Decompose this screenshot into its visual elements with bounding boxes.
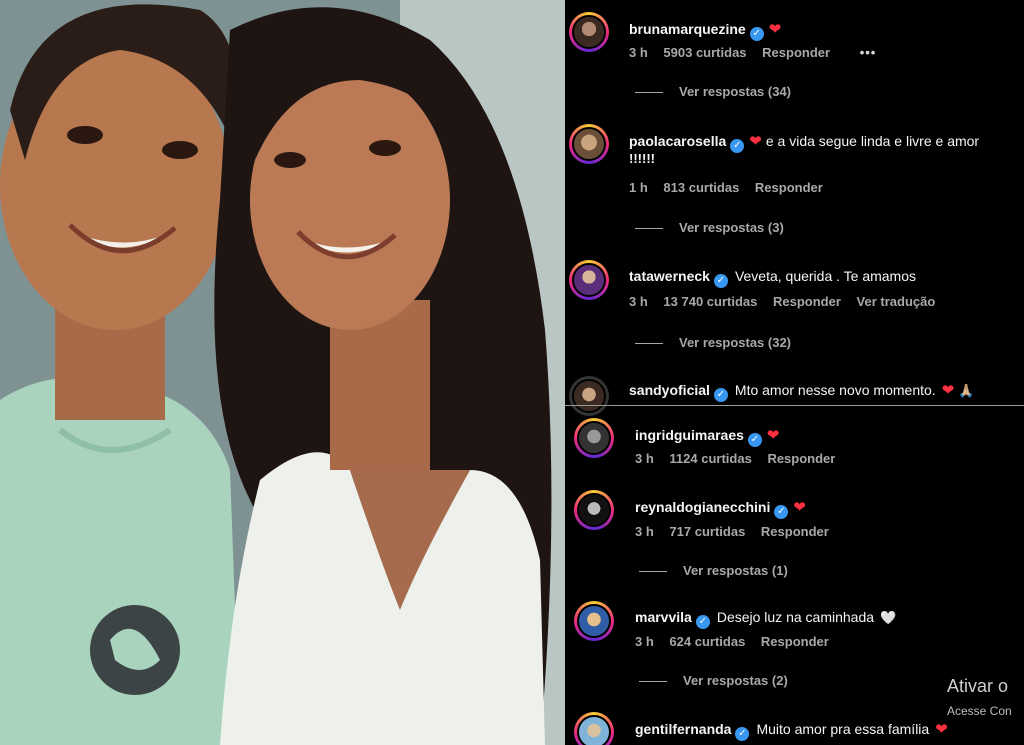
comment-text-continued: !!!!!! xyxy=(629,151,655,166)
reply-button[interactable]: Responder xyxy=(767,451,835,466)
photo-illustration xyxy=(0,0,565,745)
verified-icon: ✓ xyxy=(730,139,745,153)
reply-line xyxy=(635,228,663,230)
couple-photo xyxy=(0,0,565,745)
reply-line xyxy=(639,571,667,573)
like-count[interactable]: 813 curtidas xyxy=(663,180,739,195)
heart-emoji: ❤ xyxy=(935,721,948,738)
more-options-icon[interactable]: ••• xyxy=(860,45,877,60)
comment-time: 3 h xyxy=(629,294,648,309)
like-count[interactable]: 717 curtidas xyxy=(669,524,745,539)
activation-watermark: Ativar o xyxy=(947,676,1009,696)
heart-emoji: ❤ xyxy=(768,21,782,38)
username[interactable]: gentilfernanda xyxy=(635,721,731,737)
avatar[interactable] xyxy=(569,12,609,52)
verified-icon: ✓ xyxy=(747,433,762,447)
username[interactable]: ingridguimaraes xyxy=(635,427,744,443)
view-replies-label: Ver respostas (32) xyxy=(679,335,792,350)
avatar[interactable] xyxy=(574,490,614,530)
comment-text: Muito amor pra essa família xyxy=(756,721,930,737)
username[interactable]: sandyoficial xyxy=(629,382,710,398)
comment-item: ingridguimaraes ✓ ❤ 3 h 1124 curtidas Resp… xyxy=(565,418,1024,478)
heart-emoji: ❤ xyxy=(766,427,780,444)
reply-button[interactable]: Responder xyxy=(761,524,829,539)
white-heart-emoji: 🤍 xyxy=(880,610,897,625)
verified-icon: ✓ xyxy=(774,505,789,519)
view-replies-button[interactable]: Ver respostas (32) xyxy=(635,335,791,350)
like-count[interactable]: 1124 curtidas xyxy=(669,451,751,466)
comment-time: 3 h xyxy=(629,45,648,60)
heart-emoji: ❤ xyxy=(793,499,806,516)
avatar[interactable] xyxy=(574,601,614,641)
like-count[interactable]: 13 740 curtidas xyxy=(663,294,757,309)
avatar[interactable] xyxy=(574,418,614,458)
comment-item: tatawerneck ✓ Veveta, querida . Te amamos … xyxy=(565,260,1024,320)
praying-hands-emoji: 🙏🏼 xyxy=(958,383,975,398)
heart-emoji: ❤ xyxy=(941,382,955,399)
comment-item: reynaldogianecchini ✓ ❤ 3 h 717 curtidas R… xyxy=(565,490,1024,550)
avatar[interactable] xyxy=(569,376,609,416)
activation-watermark-subtext: Acesse Con xyxy=(947,704,1012,718)
reply-line xyxy=(635,343,663,345)
view-replies-label: Ver respostas (34) xyxy=(679,84,792,99)
heart-emoji: ❤ xyxy=(749,133,762,150)
view-replies-label: Ver respostas (1) xyxy=(683,563,788,578)
reply-button[interactable]: Responder xyxy=(773,294,841,309)
comment-text: Mto amor nesse novo momento. xyxy=(734,382,936,398)
view-replies-button[interactable]: Ver respostas (3) xyxy=(635,220,784,235)
comment-time: 3 h xyxy=(635,524,654,539)
verified-icon: ✓ xyxy=(713,388,728,402)
translate-button[interactable]: Ver tradução xyxy=(857,294,936,309)
comment-text: Veveta, querida . Te amamos xyxy=(734,268,917,284)
verified-icon: ✓ xyxy=(735,727,750,741)
view-replies-label: Ver respostas (2) xyxy=(683,673,788,688)
reply-button[interactable]: Responder xyxy=(762,45,830,60)
comment-item: marvvila ✓ Desejo luz na caminhada 🤍 3 h 62… xyxy=(565,601,1024,661)
avatar[interactable] xyxy=(569,260,609,300)
like-count[interactable]: 624 curtidas xyxy=(669,634,745,649)
comment-time: 3 h xyxy=(635,451,654,466)
comment-item: sandyoficial ✓ Mto amor nesse novo momento… xyxy=(565,376,1024,416)
username[interactable]: brunamarquezine xyxy=(629,21,746,37)
comment-text: Desejo luz na caminhada xyxy=(716,609,875,625)
view-replies-label: Ver respostas (3) xyxy=(679,220,784,235)
like-count[interactable]: 5903 curtidas xyxy=(663,45,746,60)
comment-time: 1 h xyxy=(629,180,648,195)
avatar[interactable] xyxy=(574,712,614,745)
comment-item: paolacarosella ✓ ❤ e a vida segue linda e l… xyxy=(565,124,1024,195)
comments-panel: brunamarquezine ✓ ❤ 3 h 5903 curtidas Resp… xyxy=(565,0,1024,745)
username[interactable]: reynaldogianecchini xyxy=(635,499,770,515)
comment-text: e a vida segue linda e livre e amor xyxy=(765,133,980,149)
view-replies-button[interactable]: Ver respostas (2) xyxy=(639,673,788,688)
verified-icon: ✓ xyxy=(749,27,764,41)
reply-line xyxy=(635,92,663,94)
reply-button[interactable]: Responder xyxy=(761,634,829,649)
avatar[interactable] xyxy=(569,124,609,164)
view-replies-button[interactable]: Ver respostas (34) xyxy=(635,84,791,99)
comment-time: 3 h xyxy=(635,634,654,649)
username[interactable]: paolacarosella xyxy=(629,133,726,149)
verified-icon: ✓ xyxy=(695,615,710,629)
section-divider xyxy=(565,405,1024,406)
reply-button[interactable]: Responder xyxy=(755,180,823,195)
username[interactable]: tatawerneck xyxy=(629,268,710,284)
comment-item: brunamarquezine ✓ ❤ 3 h 5903 curtidas Resp… xyxy=(565,12,1024,72)
reply-line xyxy=(639,681,667,683)
view-replies-button[interactable]: Ver respostas (1) xyxy=(639,563,788,578)
username[interactable]: marvvila xyxy=(635,609,692,625)
verified-icon: ✓ xyxy=(713,274,728,288)
